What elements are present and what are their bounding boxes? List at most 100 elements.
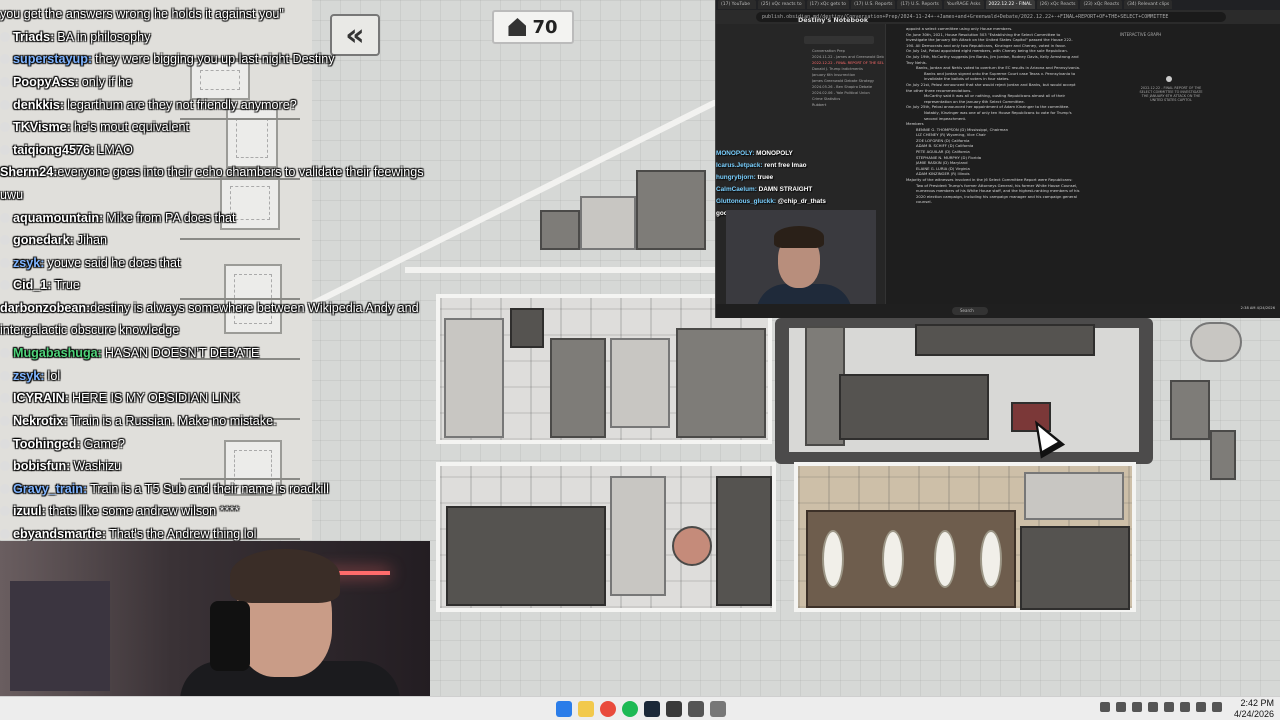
wardrobe-item[interactable] (806, 510, 1016, 608)
browser-tab[interactable]: (17) YouTube (718, 0, 756, 9)
statue-item[interactable] (444, 318, 504, 438)
dresser-item[interactable] (446, 506, 606, 606)
chat-username[interactable]: TKVisme: (13, 120, 71, 134)
chat-username[interactable]: aquamountain: (13, 211, 103, 225)
chat-username[interactable]: Gravy_train: (13, 482, 87, 496)
cabinet-item[interactable] (550, 338, 606, 438)
chat-username[interactable]: Nekrotix: (13, 414, 68, 428)
browser-tab[interactable]: (25) xQc reacts to (758, 0, 805, 9)
chat-badge-icon (0, 393, 10, 404)
chat-username[interactable]: Cid_1: (13, 278, 52, 292)
browser-tab[interactable]: (17) U.S. Reports (851, 0, 896, 9)
chat-username[interactable]: taiqiong4576: (13, 143, 94, 157)
tray-icon[interactable] (1100, 702, 1110, 712)
chat-username[interactable]: Triads: (13, 30, 54, 44)
browser-tab[interactable]: (17) U.S. Reports (897, 0, 942, 9)
speaker-rack-item[interactable] (839, 374, 989, 440)
chat-username[interactable]: gonedark: (13, 233, 74, 247)
chat-message: bobisfun: Washizu (0, 455, 430, 478)
reactor-chat-username[interactable]: hungrybjorn: (716, 174, 758, 181)
clock-date: 4/24/2026 (1233, 709, 1274, 719)
notebook-search-input[interactable] (804, 36, 874, 44)
reaction-browser-window[interactable]: (17) YouTube (25) xQc reacts to (17) xQc g… (715, 0, 1280, 318)
altar-item[interactable] (676, 328, 766, 438)
chat-overlay: you get the answers wrong he holds it ag… (0, 3, 430, 545)
browser-tab[interactable]: YourRAGE Asks (943, 0, 984, 9)
chat-username[interactable]: zsyk: (13, 369, 45, 383)
furniture-item[interactable] (580, 196, 636, 250)
chat-username[interactable]: bobisfun: (13, 459, 70, 473)
reactor-chat-username[interactable]: Icarus.Jetpack: (716, 162, 764, 169)
furniture-item[interactable] (636, 170, 706, 250)
portrait-item[interactable] (510, 308, 544, 348)
browser-tab[interactable]: (34) Relevant clips (1124, 0, 1173, 9)
room-storage[interactable] (775, 318, 1153, 464)
bowl-item[interactable] (672, 526, 712, 566)
reactor-chat-message: hungrybjorn: truee (716, 172, 876, 184)
chat-message: Nekrotix: Train is a Russian. Make no mis… (0, 410, 430, 433)
chat-username[interactable]: ebyandsmartie: (13, 527, 106, 541)
plant-item[interactable] (1170, 380, 1210, 440)
lion-statues-item[interactable] (1020, 526, 1130, 610)
reactor-chat-username[interactable]: MONOPOLY: (716, 150, 756, 157)
tray-icon[interactable] (1196, 702, 1206, 712)
reactor-chat-text: @chip_dr_thats (777, 198, 826, 205)
chat-text: LMAO (97, 142, 133, 157)
chat-badge-icon (0, 257, 10, 268)
shelf-item[interactable] (610, 476, 666, 596)
start-icon[interactable] (556, 701, 572, 717)
tray-icon[interactable] (1148, 702, 1158, 712)
chat-username[interactable]: darbonzobean: (0, 301, 90, 315)
shelf-item[interactable] (915, 324, 1095, 356)
browser-tab[interactable]: (26) xQc Reacts (1036, 0, 1079, 9)
notebook-nav-list[interactable]: Conversation Prep 2024.11.22 - James and … (812, 48, 884, 108)
chrome-icon[interactable] (600, 701, 616, 717)
chat-text: Jihan (76, 233, 107, 248)
skull-item[interactable] (1190, 322, 1242, 362)
figurine-item[interactable] (1024, 472, 1124, 520)
chat-username[interactable]: superstayup: (13, 52, 92, 66)
tray-icon[interactable] (1132, 702, 1142, 712)
house-icon (508, 18, 527, 36)
browser-tab[interactable]: 2022.12.22 - FINAL (985, 0, 1035, 9)
chat-badge-icon (0, 99, 10, 110)
app-icon[interactable] (688, 701, 704, 717)
gear-icon[interactable] (710, 701, 726, 717)
browser-tab[interactable]: (23) xQc Reacts (1080, 0, 1123, 9)
interactive-graph[interactable]: INTERACTIVE GRAPH 2022.12.22 - FINAL REP… (1120, 32, 1216, 120)
chat-username[interactable]: PoopyAss: (13, 75, 79, 89)
chat-username[interactable]: Sherm24: (0, 165, 57, 179)
tray-icon[interactable] (1116, 702, 1126, 712)
app-icon[interactable] (666, 701, 682, 717)
chat-username[interactable]: zsyk: (13, 256, 45, 270)
chat-text: True (54, 278, 80, 293)
furniture-item[interactable] (540, 210, 580, 250)
graph-node[interactable] (1166, 76, 1172, 82)
chat-username[interactable]: Toohinged: (13, 437, 81, 451)
graph-title: INTERACTIVE GRAPH (1120, 32, 1162, 37)
reactor-chat-username[interactable]: CalmCaelum: (716, 186, 759, 193)
browser-tab-bar[interactable]: (17) YouTube (25) xQc reacts to (17) xQc g… (716, 0, 1280, 10)
notebook-nav-item[interactable]: Rubbert (812, 102, 884, 108)
chat-username[interactable]: izuul: (13, 504, 46, 518)
bed-item[interactable] (610, 338, 670, 428)
chat-username[interactable]: Mugabashuga: (13, 346, 102, 360)
plant-item[interactable] (1210, 430, 1236, 480)
room-bottom-right[interactable] (794, 462, 1136, 612)
spotify-icon[interactable] (622, 701, 638, 717)
chat-username[interactable]: ICYRAIN: (13, 391, 69, 405)
system-tray[interactable] (1100, 702, 1222, 712)
taskbar-clock[interactable]: 2:42 PM 4/24/2026 (1214, 698, 1274, 720)
file-explorer-icon[interactable] (578, 701, 594, 717)
tray-icon[interactable] (1180, 702, 1190, 712)
room-bottom-left[interactable] (436, 462, 776, 612)
tray-icon[interactable] (1164, 702, 1174, 712)
cabinet-item[interactable] (716, 476, 772, 606)
reactor-chat-username[interactable]: Gluttonous_gluckk: (716, 198, 778, 205)
microphone-icon (210, 601, 250, 671)
chat-username[interactable]: denkkis: (13, 98, 64, 112)
browser-tab[interactable]: (17) xQc gets to (806, 0, 850, 9)
chat-message: Mugabashuga: HASAN DOESN'T DEBATE (0, 342, 430, 365)
steam-icon[interactable] (644, 701, 660, 717)
windows-taskbar[interactable]: 2:42 PM 4/24/2026 (0, 696, 1280, 720)
